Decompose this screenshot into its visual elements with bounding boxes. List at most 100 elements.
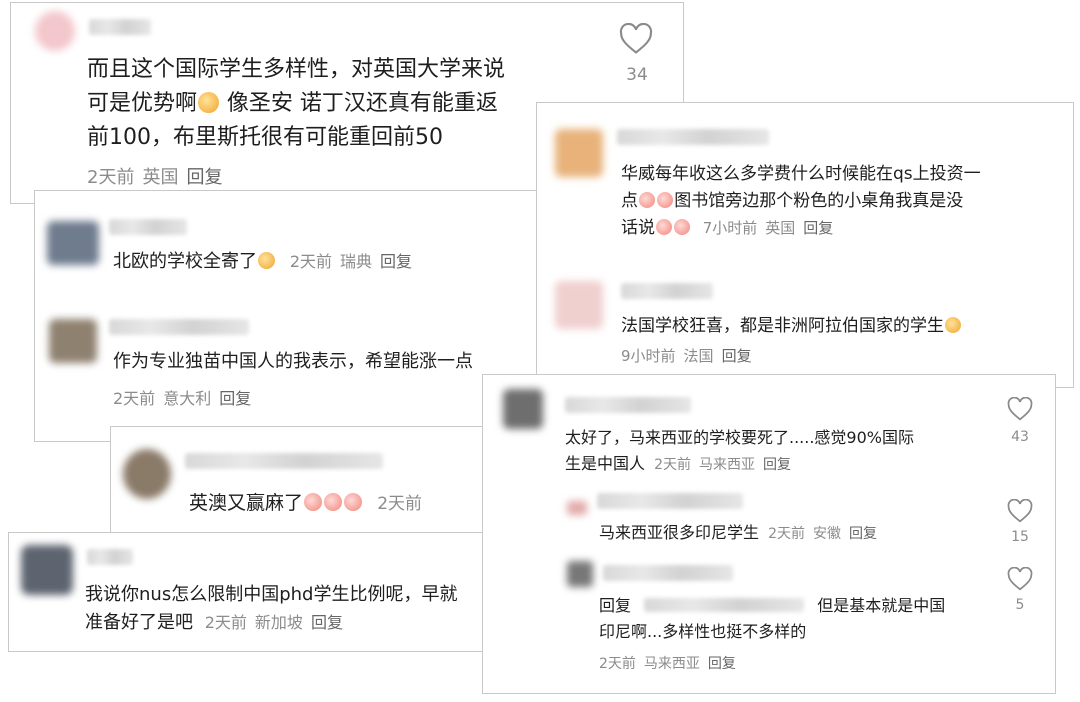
- comment-text: 回复 但是基本就是中国 印尼啊...多样性也挺不多样的: [599, 593, 945, 645]
- comment-meta: 2天前 新加坡 回复: [205, 613, 351, 632]
- reply-button[interactable]: 回复: [219, 389, 251, 408]
- emoji-icon: [258, 252, 276, 270]
- emoji-icon: [344, 493, 363, 512]
- avatar[interactable]: [35, 11, 75, 51]
- emoji-icon: [674, 218, 691, 236]
- location: 马来西亚: [643, 656, 700, 672]
- timestamp: 2天前: [204, 613, 247, 632]
- like-count: 15: [1011, 529, 1029, 545]
- location: 英国: [142, 167, 179, 188]
- heart-icon[interactable]: [1007, 567, 1033, 591]
- avatar[interactable]: [555, 281, 603, 329]
- comment-text: 英澳又赢麻了 2天前: [189, 492, 423, 514]
- timestamp: 2天前: [87, 167, 135, 188]
- emoji-icon: [657, 191, 674, 209]
- comment-meta: 2天前 马来西亚 回复: [654, 457, 799, 473]
- timestamp: 7小时前: [702, 219, 758, 237]
- avatar[interactable]: [503, 389, 543, 429]
- location: 意大利: [163, 389, 212, 408]
- reply-prefix: 回复: [599, 596, 632, 615]
- username-blurred[interactable]: [185, 453, 383, 469]
- reply-button[interactable]: 回复: [763, 457, 791, 473]
- emoji-icon: [656, 218, 673, 236]
- avatar[interactable]: [47, 221, 99, 265]
- comment-text: 太好了，马来西亚的学校要死了.....感觉90%国际 生是中国人 2天前 马来西亚…: [565, 425, 914, 478]
- comment-card-8: 太好了，马来西亚的学校要死了.....感觉90%国际 生是中国人 2天前 马来西亚…: [482, 374, 1056, 694]
- emoji-icon: [198, 91, 219, 113]
- comment-line: 回复 但是基本就是中国: [599, 596, 946, 615]
- emoji-icon: [639, 191, 656, 209]
- comment-card-6: 华威每年收这么多学费什么时候能在qs上投资一 点图书馆旁边那个粉色的小桌角我真是…: [536, 102, 1074, 388]
- timestamp: 2天前: [768, 526, 806, 542]
- location: 新加坡: [254, 613, 303, 632]
- reply-button[interactable]: 回复: [708, 656, 736, 672]
- comment-line: 前100，布里斯托很有可能重回前50: [87, 125, 443, 150]
- comment-line: 华威每年收这么多学费什么时候能在qs上投资一: [621, 164, 981, 184]
- comment-line: 话说 7小时前 英国 回复: [621, 215, 981, 242]
- reply-button[interactable]: 回复: [311, 613, 343, 632]
- emoji-icon: [304, 493, 323, 512]
- comment-text: 作为专业独苗中国人的我表示，希望能涨一点: [113, 351, 473, 372]
- reply-button[interactable]: 回复: [380, 252, 412, 271]
- username-blurred[interactable]: [109, 219, 187, 235]
- heart-icon[interactable]: [1007, 499, 1033, 523]
- avatar[interactable]: [49, 319, 97, 363]
- comment-meta: 9小时前 法国 回复: [621, 345, 760, 366]
- comment-meta: 2天前 瑞典 回复: [290, 252, 420, 271]
- comment-text: 而且这个国际学生多样性，对英国大学来说 可是优势啊 像圣安 诺丁汉还真有能重返 …: [87, 53, 505, 155]
- heart-icon[interactable]: [619, 23, 653, 55]
- comment-text: 华威每年收这么多学费什么时候能在qs上投资一 点图书馆旁边那个粉色的小桌角我真是…: [621, 161, 981, 242]
- emoji-icon: [324, 493, 343, 512]
- timestamp: 2天前: [599, 656, 636, 672]
- timestamp: 9小时前: [621, 347, 676, 365]
- like-count: 43: [1011, 429, 1029, 445]
- comment-line: 而且这个国际学生多样性，对英国大学来说: [87, 57, 506, 82]
- username-blurred[interactable]: [617, 129, 769, 145]
- comment-meta: 2天前 英国 回复: [87, 163, 230, 189]
- replied-username-blurred[interactable]: [644, 598, 805, 612]
- avatar[interactable]: [567, 561, 593, 587]
- comment-line: 太好了，马来西亚的学校要死了.....感觉90%国际: [565, 428, 914, 447]
- username-blurred[interactable]: [621, 283, 713, 299]
- comment-card-5: 我说你nus怎么限制中国phd学生比例呢，早就 准备好了是吧 2天前 新加坡 回复: [8, 532, 554, 652]
- like-count: 34: [626, 65, 648, 85]
- comment-meta: 2天前 安徽 回复: [768, 526, 885, 542]
- comment-line: 印尼啊...多样性也挺不多样的: [599, 622, 807, 641]
- username-blurred[interactable]: [89, 19, 151, 35]
- heart-icon[interactable]: [1007, 397, 1033, 421]
- comment-line: 可是优势啊 像圣安 诺丁汉还真有能重返: [87, 91, 498, 116]
- comment-text: 北欧的学校全寄了 2天前 瑞典 回复: [113, 249, 420, 275]
- reply-button[interactable]: 回复: [849, 526, 877, 542]
- avatar[interactable]: [21, 545, 73, 595]
- comment-text: 马来西亚很多印尼学生 2天前 安徽 回复: [599, 521, 885, 546]
- reply-button[interactable]: 回复: [722, 347, 752, 365]
- comment-text: 法国学校狂喜，都是非洲阿拉伯国家的学生: [621, 313, 962, 339]
- username-blurred[interactable]: [87, 549, 133, 565]
- reply-button[interactable]: 回复: [186, 167, 222, 188]
- timestamp: 2天前: [654, 457, 692, 473]
- timestamp: 2天前: [289, 252, 333, 271]
- username-blurred[interactable]: [565, 397, 691, 413]
- comment-line: 我说你nus怎么限制中国phd学生比例呢，早就: [85, 584, 458, 605]
- emoji-icon: [945, 316, 962, 334]
- location: 法国: [683, 347, 714, 365]
- comment-text: 我说你nus怎么限制中国phd学生比例呢，早就 准备好了是吧 2天前 新加坡 回复: [85, 581, 457, 637]
- avatar[interactable]: [555, 129, 603, 177]
- comment-card-4: 英澳又赢麻了 2天前: [110, 426, 502, 534]
- avatar[interactable]: [567, 501, 587, 515]
- location: 马来西亚: [699, 457, 756, 473]
- comment-meta: 2天前 马来西亚 回复: [599, 653, 744, 673]
- comment-line: 点图书馆旁边那个粉色的小桌角我真是没: [621, 191, 964, 211]
- username-blurred[interactable]: [597, 493, 743, 509]
- location: 安徽: [813, 526, 842, 542]
- reply-button[interactable]: 回复: [803, 219, 833, 237]
- comment-meta: 2天前 意大利 回复: [113, 385, 259, 409]
- like-count: 5: [1015, 597, 1025, 613]
- location: 瑞典: [340, 252, 373, 271]
- location: 英国: [765, 219, 796, 237]
- avatar[interactable]: [123, 449, 171, 499]
- comment-meta: 7小时前 英国 回复: [703, 219, 842, 237]
- comment-line: 准备好了是吧 2天前 新加坡 回复: [85, 609, 457, 637]
- username-blurred[interactable]: [603, 565, 733, 581]
- username-blurred[interactable]: [109, 319, 249, 335]
